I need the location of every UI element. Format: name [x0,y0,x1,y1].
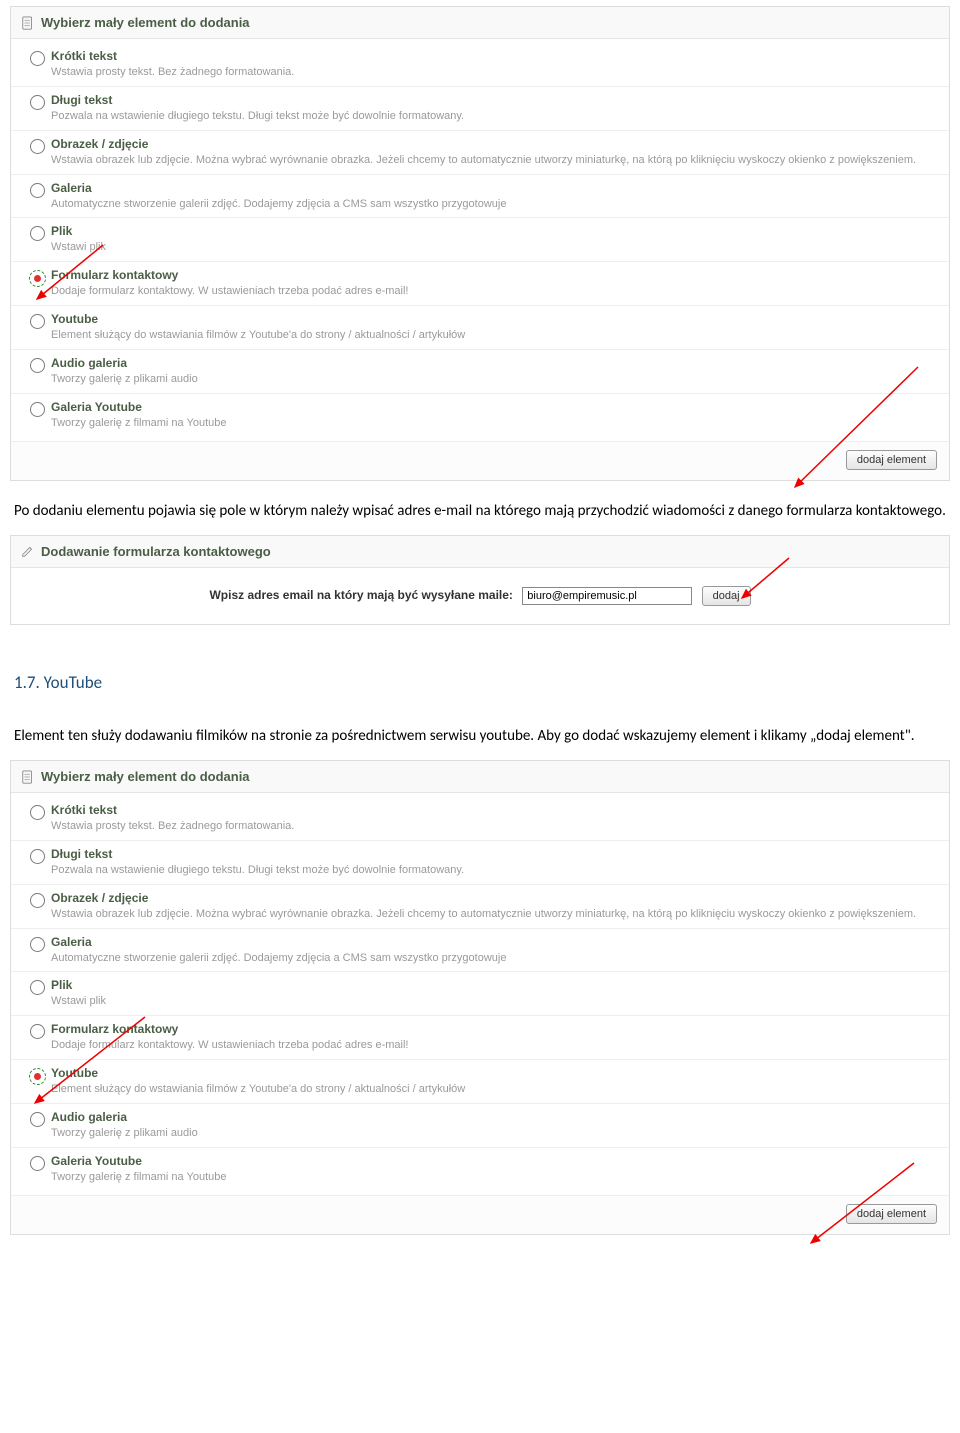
option-title: Plik [51,224,937,238]
panel-title: Wybierz mały element do dodania [41,15,250,30]
radio-icon[interactable] [30,1156,45,1171]
radio-icon[interactable] [30,805,45,820]
option-title: Galeria Youtube [51,400,937,414]
element-select-panel-1: Wybierz mały element do dodania Krótki t… [10,6,950,481]
option-title: Obrazek / zdjęcie [51,891,937,905]
element-select-panel-2: Wybierz mały element do dodania Krótki t… [10,760,950,1235]
panel-header: Dodawanie formularza kontaktowego [11,536,949,568]
radio-icon[interactable] [30,1112,45,1127]
paragraph: Po dodaniu elementu pojawia się pole w k… [0,487,960,529]
radio-icon[interactable] [30,358,45,373]
option-row[interactable]: Krótki tekst Wstawia prosty tekst. Bez ża… [11,43,949,87]
option-title: Formularz kontaktowy [51,1022,937,1036]
radio-icon[interactable] [30,937,45,952]
option-row[interactable]: Audio galeria Tworzy galerię z plikami au… [11,350,949,394]
radio-icon[interactable] [30,226,45,241]
option-description: Element służący do wstawiania filmów z Y… [51,1082,937,1097]
radio-icon[interactable] [30,402,45,417]
option-row[interactable]: Długi tekst Pozwala na wstawienie długieg… [11,841,949,885]
add-element-button[interactable]: dodaj element [846,450,937,470]
option-title: Audio galeria [51,356,937,370]
option-description: Tworzy galerię z filmami na Youtube [51,1170,937,1185]
option-row[interactable]: Youtube Element służący do wstawiania fil… [11,306,949,350]
radio-icon[interactable] [30,139,45,154]
option-description: Automatyczne stworzenie galerii zdjęć. D… [51,197,937,212]
option-title: Krótki tekst [51,803,937,817]
option-description: Pozwala na wstawienie długiego tekstu. D… [51,109,937,124]
option-description: Tworzy galerię z plikami audio [51,1126,937,1141]
option-description: Wstawia obrazek lub zdjęcie. Można wybra… [51,907,937,922]
option-title: Youtube [51,312,937,326]
contact-form-add-panel: Dodawanie formularza kontaktowego Wpisz … [10,535,950,625]
option-description: Tworzy galerię z filmami na Youtube [51,416,937,431]
add-button[interactable]: dodaj [702,586,751,606]
option-title: Długi tekst [51,847,937,861]
radio-icon[interactable] [30,95,45,110]
option-row[interactable]: Formularz kontaktowy Dodaje formularz kon… [11,262,949,306]
option-description: Element służący do wstawiania filmów z Y… [51,328,937,343]
option-row[interactable]: Youtube Element służący do wstawiania fil… [11,1060,949,1104]
document-icon [21,770,35,784]
option-row[interactable]: Galeria Youtube Tworzy galerię z filmami … [11,1148,949,1191]
panel-title: Dodawanie formularza kontaktowego [41,544,271,559]
option-row[interactable]: Galeria Automatyczne stworzenie galerii z… [11,175,949,219]
option-row[interactable]: Długi tekst Pozwala na wstawienie długieg… [11,87,949,131]
option-description: Wstawi plik [51,994,937,1009]
option-title: Galeria [51,935,937,949]
option-row[interactable]: Audio galeria Tworzy galerię z plikami au… [11,1104,949,1148]
option-description: Wstawia prosty tekst. Bez żadnego format… [51,819,937,834]
option-title: Obrazek / zdjęcie [51,137,937,151]
radio-icon[interactable] [30,980,45,995]
radio-icon[interactable] [30,314,45,329]
option-title: Krótki tekst [51,49,937,63]
option-row[interactable]: Formularz kontaktowy Dodaje formularz kon… [11,1016,949,1060]
option-title: Galeria [51,181,937,195]
option-row[interactable]: Galeria Automatyczne stworzenie galerii z… [11,929,949,973]
option-title: Audio galeria [51,1110,937,1124]
radio-selected-icon[interactable] [29,1068,46,1085]
panel-title: Wybierz mały element do dodania [41,769,250,784]
option-title: Youtube [51,1066,937,1080]
radio-selected-icon[interactable] [29,270,46,287]
panel-header: Wybierz mały element do dodania [11,761,949,793]
option-row[interactable]: Obrazek / zdjęcie Wstawia obrazek lub zdj… [11,131,949,175]
option-row[interactable]: Galeria Youtube Tworzy galerię z filmami … [11,394,949,437]
option-description: Dodaje formularz kontaktowy. W ustawieni… [51,1038,937,1053]
option-title: Plik [51,978,937,992]
option-description: Pozwala na wstawienie długiego tekstu. D… [51,863,937,878]
radio-icon[interactable] [30,849,45,864]
option-title: Długi tekst [51,93,937,107]
option-title: Galeria Youtube [51,1154,937,1168]
radio-icon[interactable] [30,51,45,66]
option-description: Wstawia prosty tekst. Bez żadnego format… [51,65,937,80]
add-element-button[interactable]: dodaj element [846,1204,937,1224]
option-description: Tworzy galerię z plikami audio [51,372,937,387]
radio-icon[interactable] [30,183,45,198]
option-description: Automatyczne stworzenie galerii zdjęć. D… [51,951,937,966]
email-input[interactable] [522,587,692,605]
option-description: Wstawi plik [51,240,937,255]
document-icon [21,16,35,30]
option-description: Dodaje formularz kontaktowy. W ustawieni… [51,284,937,299]
option-row[interactable]: Plik Wstawi plik [11,972,949,1016]
paragraph: Element ten służy dodawaniu filmików na … [0,712,960,754]
option-row[interactable]: Obrazek / zdjęcie Wstawia obrazek lub zdj… [11,885,949,929]
option-row[interactable]: Krótki tekst Wstawia prosty tekst. Bez ża… [11,797,949,841]
radio-icon[interactable] [30,893,45,908]
section-heading: 1.7. YouTube [0,668,960,695]
radio-icon[interactable] [30,1024,45,1039]
panel-header: Wybierz mały element do dodania [11,7,949,39]
option-title: Formularz kontaktowy [51,268,937,282]
pencil-icon [21,544,35,558]
email-label: Wpisz adres email na który mają być wysy… [209,588,512,602]
option-row[interactable]: Plik Wstawi plik [11,218,949,262]
option-description: Wstawia obrazek lub zdjęcie. Można wybra… [51,153,937,168]
